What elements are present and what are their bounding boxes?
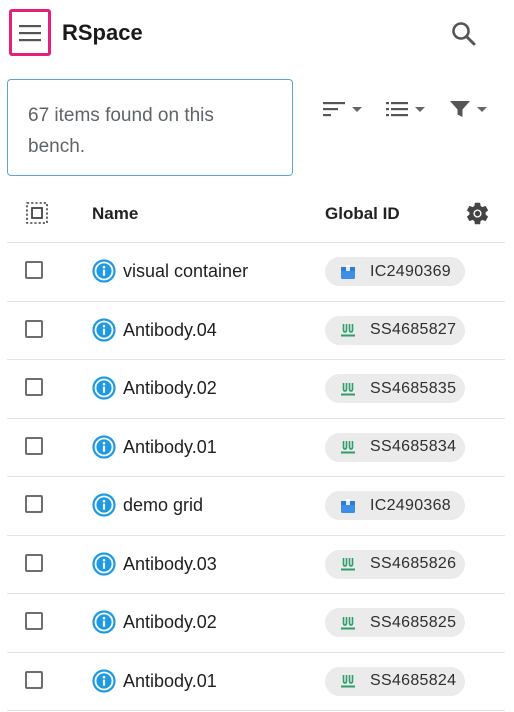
info-icon[interactable] — [92, 317, 116, 342]
row-checkbox[interactable] — [25, 670, 43, 689]
global-id-chip[interactable]: SS4685827 — [325, 315, 465, 345]
row-checkbox[interactable] — [25, 261, 43, 279]
info-icon[interactable] — [92, 434, 116, 459]
table-row[interactable]: demo grid IC2490368 — [7, 477, 505, 536]
global-id-chip[interactable]: SS4685835 — [325, 374, 465, 403]
info-icon[interactable] — [92, 493, 116, 517]
subsample-icon — [341, 382, 355, 395]
row-name[interactable]: Antibody.02 — [123, 612, 217, 633]
subsample-icon — [341, 558, 355, 571]
info-icon[interactable] — [92, 551, 116, 576]
menu-button[interactable] — [9, 9, 51, 56]
global-id-chip[interactable]: SS4685825 — [325, 608, 465, 637]
info-icon[interactable] — [92, 259, 116, 283]
table-row[interactable]: Antibody.01 SS4685834 — [7, 419, 505, 477]
select-all-icon[interactable] — [25, 201, 49, 225]
hamburger-menu-icon — [19, 24, 41, 41]
sort-button[interactable] — [322, 96, 362, 122]
row-name[interactable]: Antibody.03 — [123, 554, 217, 575]
row-checkbox[interactable] — [25, 495, 43, 513]
table-row[interactable]: Antibody.01 SS4685824 — [7, 653, 505, 711]
column-header-name[interactable]: Name — [92, 204, 138, 224]
global-id-text: IC2490368 — [370, 496, 451, 514]
search-button[interactable] — [448, 18, 480, 50]
list-view-icon — [386, 102, 408, 117]
global-id-text: SS4685834 — [370, 438, 457, 455]
filter-icon — [450, 101, 470, 117]
table-row[interactable]: Antibody.02 SS4685825 — [7, 594, 505, 653]
global-id-text: SS4685826 — [370, 555, 457, 572]
table-row[interactable]: Antibody.04 SS4685827 — [7, 302, 505, 360]
chevron-down-icon — [352, 106, 362, 112]
subsample-icon — [341, 324, 355, 337]
info-icon[interactable] — [92, 668, 116, 693]
global-id-text: SS4685825 — [370, 613, 457, 631]
table-header: Name Global ID — [7, 185, 505, 243]
row-name[interactable]: Antibody.01 — [123, 671, 217, 692]
subsample-icon — [341, 616, 355, 629]
global-id-chip[interactable]: IC2490369 — [325, 257, 465, 286]
global-id-chip[interactable]: SS4685826 — [325, 549, 465, 579]
subsample-icon — [341, 441, 355, 454]
row-name[interactable]: visual container — [123, 261, 248, 282]
filter-button[interactable] — [449, 96, 487, 122]
row-name[interactable]: demo grid — [123, 495, 203, 516]
row-checkbox[interactable] — [25, 553, 43, 572]
container-icon — [341, 264, 355, 279]
row-checkbox[interactable] — [25, 612, 43, 630]
row-checkbox[interactable] — [25, 378, 43, 396]
global-id-text: SS4685827 — [370, 321, 457, 338]
subsample-icon — [341, 675, 355, 688]
column-header-global-id[interactable]: Global ID — [325, 204, 400, 224]
table-row[interactable]: Antibody.03 SS4685826 — [7, 536, 505, 594]
search-icon — [452, 22, 476, 46]
global-id-text: IC2490369 — [370, 262, 451, 280]
gear-icon[interactable] — [464, 200, 491, 227]
global-id-chip[interactable]: SS4685824 — [325, 666, 465, 696]
app-bar: RSpace — [0, 0, 514, 68]
sort-icon — [323, 102, 345, 117]
table-body: visual container IC2490369 Antibody.04 S… — [7, 243, 505, 711]
row-name[interactable]: Antibody.01 — [123, 437, 217, 458]
results-table: Name Global ID visual container IC249036… — [7, 185, 505, 711]
global-id-text: SS4685824 — [370, 672, 457, 689]
row-name[interactable]: Antibody.02 — [123, 378, 217, 399]
global-id-chip[interactable]: SS4685834 — [325, 432, 465, 462]
results-count: 67 items found on this bench. — [7, 79, 293, 176]
chevron-down-icon — [415, 106, 425, 112]
view-button[interactable] — [385, 96, 425, 122]
info-icon[interactable] — [92, 376, 116, 400]
row-checkbox[interactable] — [25, 436, 43, 455]
global-id-text: SS4685835 — [370, 379, 457, 397]
row-name[interactable]: Antibody.04 — [123, 320, 217, 341]
table-row[interactable]: Antibody.02 SS4685835 — [7, 360, 505, 419]
chevron-down-icon — [477, 106, 487, 112]
row-checkbox[interactable] — [25, 319, 43, 338]
container-icon — [341, 498, 355, 513]
global-id-chip[interactable]: IC2490368 — [325, 491, 465, 520]
app-title: RSpace — [62, 20, 143, 45]
info-icon[interactable] — [92, 610, 116, 634]
table-row[interactable]: visual container IC2490369 — [7, 243, 505, 302]
